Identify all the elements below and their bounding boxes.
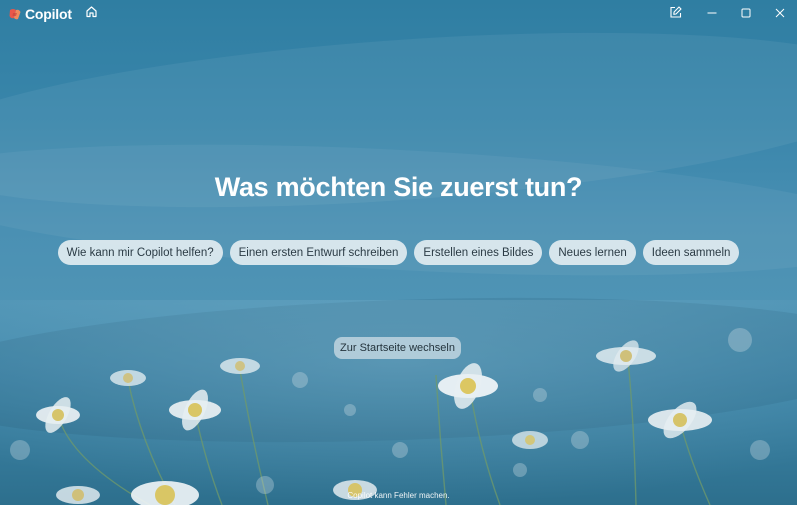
title-bar: Copilot xyxy=(0,0,797,28)
background-flower-meadow xyxy=(0,300,797,505)
new-chat-button[interactable] xyxy=(659,0,693,28)
welcome-headline: Was möchten Sie zuerst tun? xyxy=(214,172,583,202)
app-name: Copilot xyxy=(25,6,72,22)
maximize-button[interactable] xyxy=(729,0,763,28)
home-button[interactable] xyxy=(82,4,102,24)
minimize-button[interactable] xyxy=(695,0,729,28)
window-controls xyxy=(659,0,797,28)
new-chat-compose-icon xyxy=(670,5,682,23)
suggestion-chip-learn[interactable]: Neues lernen xyxy=(549,240,636,265)
suggestion-chip-help[interactable]: Wie kann mir Copilot helfen? xyxy=(57,240,223,265)
close-button[interactable] xyxy=(763,0,797,28)
suggestion-chip-image[interactable]: Erstellen eines Bildes xyxy=(414,240,543,265)
home-icon xyxy=(85,5,98,23)
suggestion-chips: Wie kann mir Copilot helfen? Einen erste… xyxy=(0,240,797,265)
suggestion-chip-ideas[interactable]: Ideen sammeln xyxy=(642,240,740,265)
background-wave xyxy=(0,123,797,297)
disclaimer-text: Copilot kann Fehler machen. xyxy=(347,491,450,500)
minimize-icon xyxy=(707,5,717,23)
copilot-logo-icon xyxy=(8,7,22,21)
app-brand: Copilot xyxy=(8,0,72,28)
background-wave xyxy=(0,282,797,458)
maximize-icon xyxy=(741,5,751,23)
close-icon xyxy=(775,5,785,23)
go-to-start-page-button[interactable]: Zur Startseite wechseln xyxy=(334,337,461,359)
suggestion-chip-draft[interactable]: Einen ersten Entwurf schreiben xyxy=(229,240,408,265)
